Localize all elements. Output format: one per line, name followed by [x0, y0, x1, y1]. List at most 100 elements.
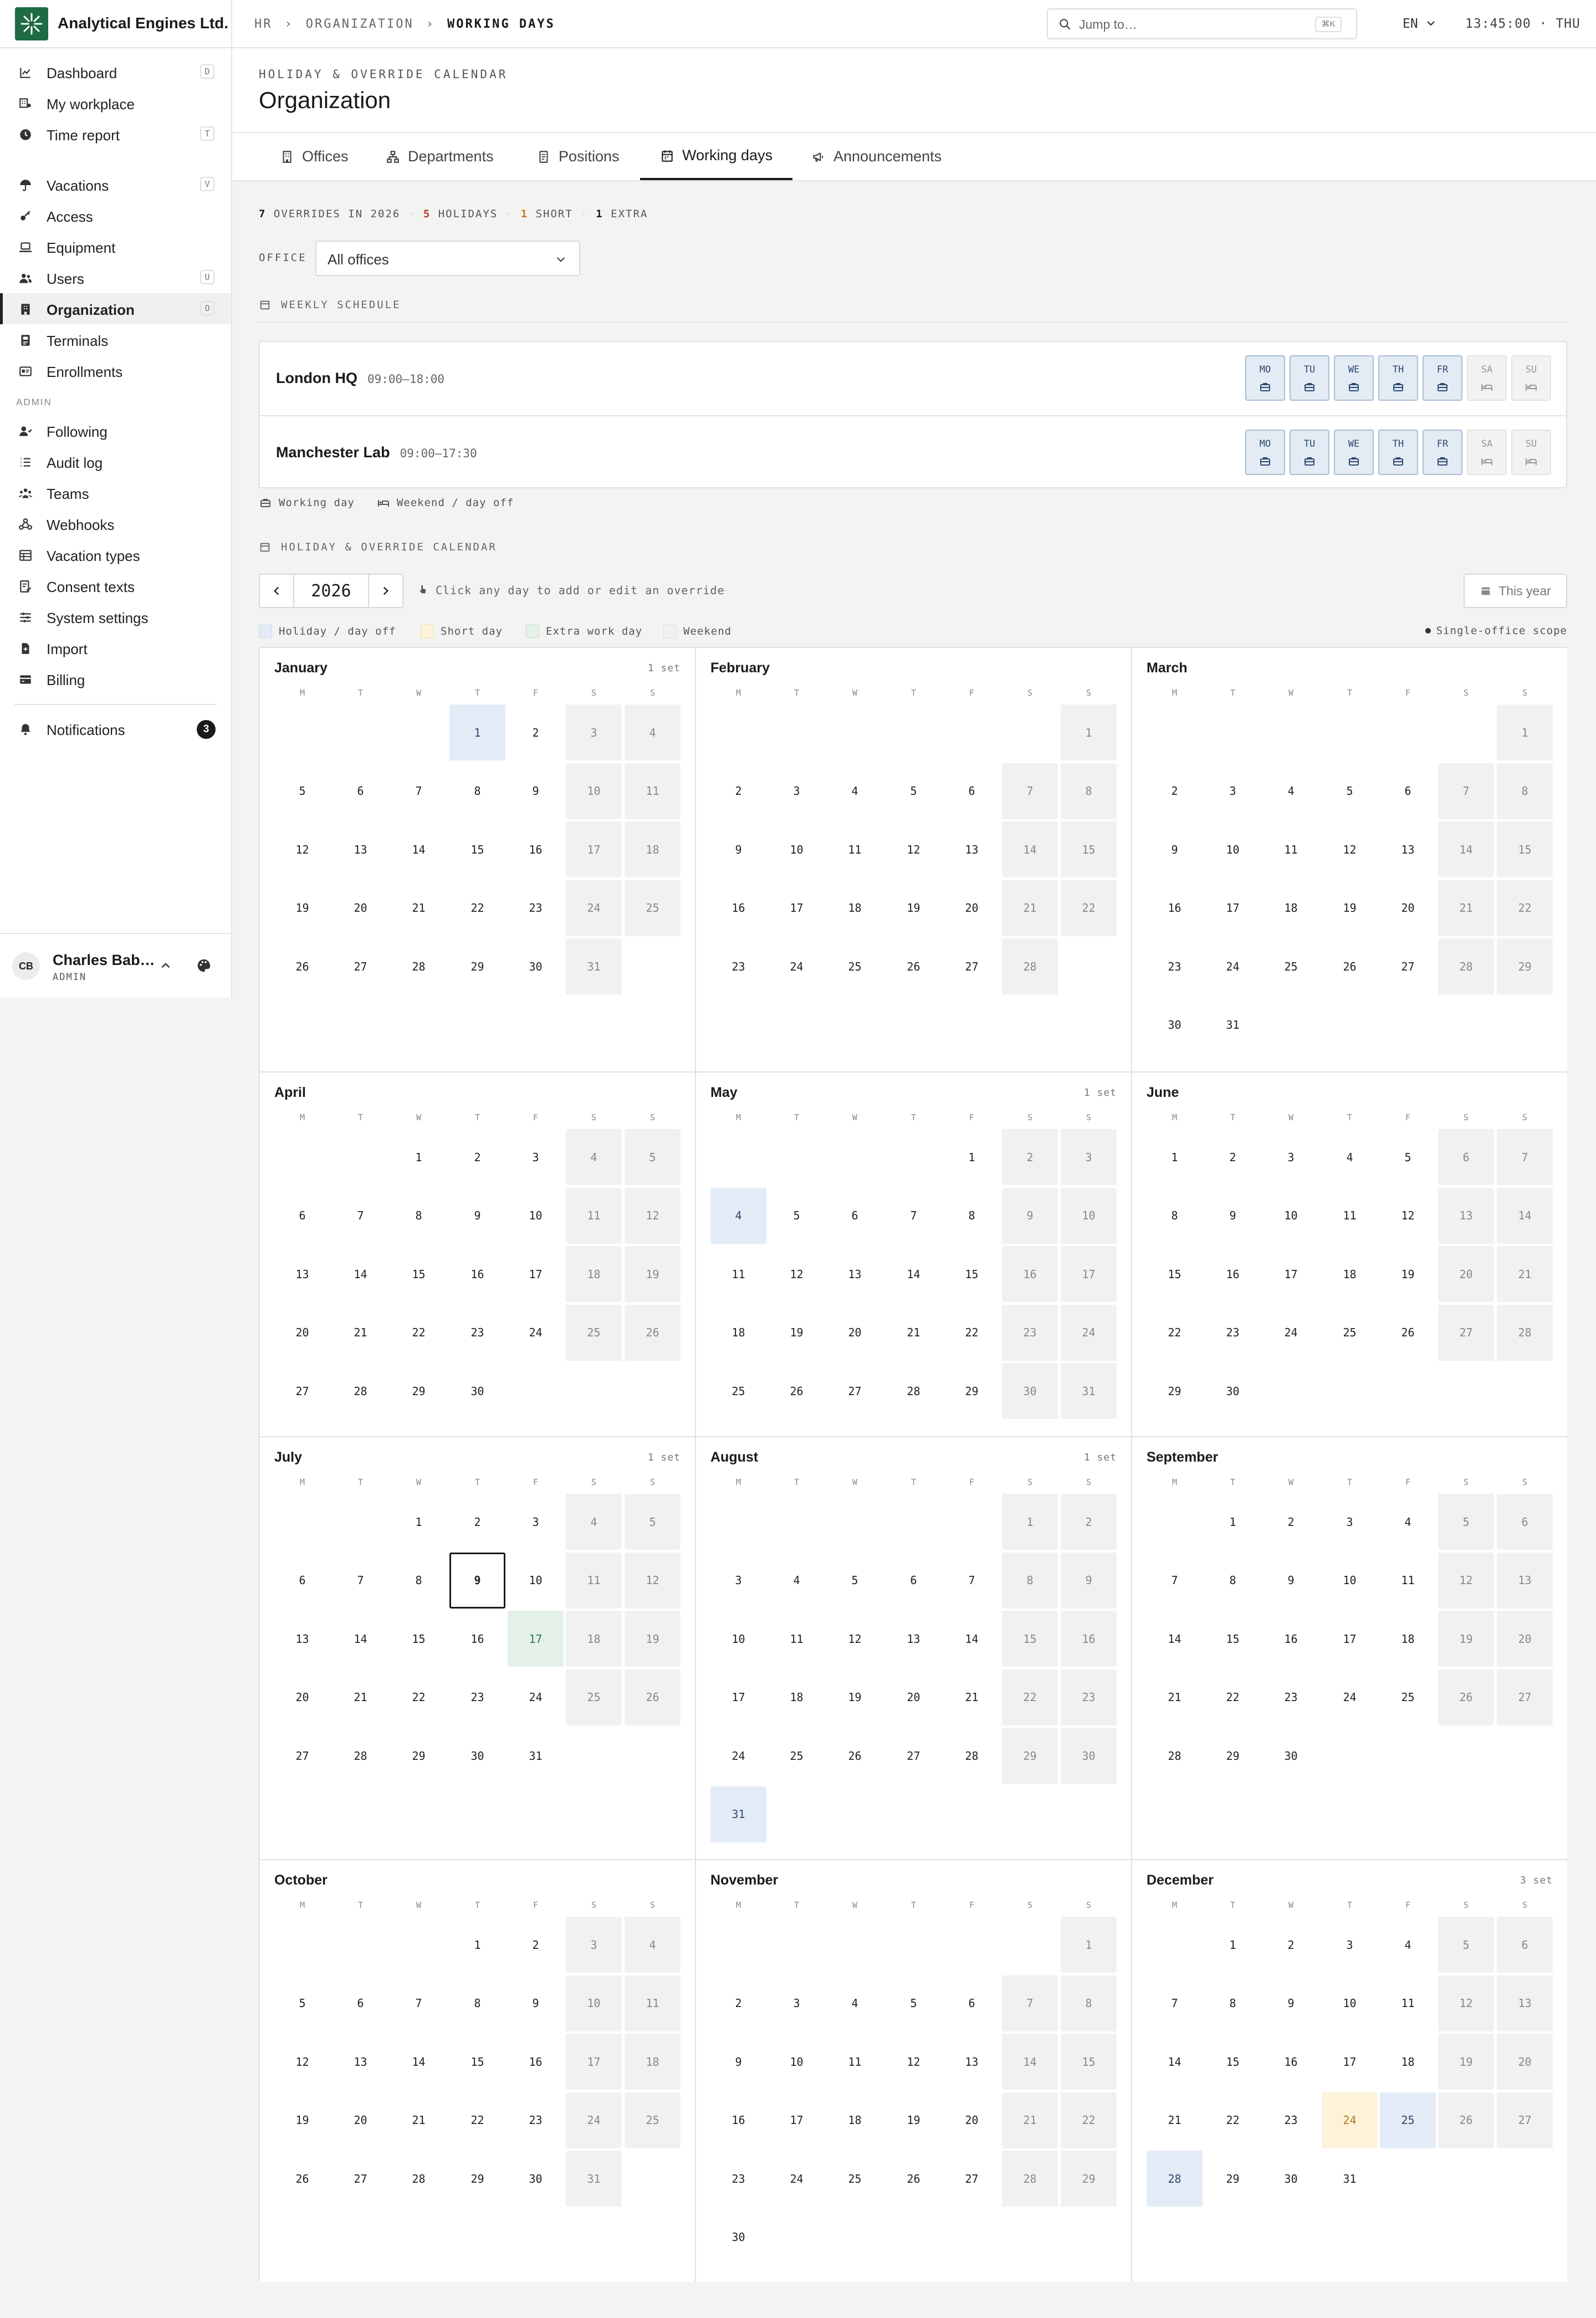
calendar-day[interactable]: 16: [710, 880, 766, 936]
calendar-day[interactable]: 20: [274, 1669, 330, 1725]
calendar-day[interactable]: 20: [1497, 2034, 1553, 2090]
calendar-day[interactable]: 28: [332, 1363, 388, 1419]
calendar-day[interactable]: 15: [1205, 1611, 1261, 1667]
calendar-day[interactable]: 26: [1438, 1669, 1494, 1725]
calendar-day[interactable]: 21: [886, 1305, 942, 1361]
calendar-day[interactable]: 23: [1147, 938, 1203, 994]
calendar-day[interactable]: 2: [1263, 1917, 1319, 1973]
calendar-day[interactable]: 5: [625, 1129, 681, 1185]
weekday-chip-su[interactable]: SU: [1511, 355, 1551, 401]
calendar-day[interactable]: 10: [1061, 1187, 1117, 1244]
calendar-day[interactable]: 14: [1147, 2034, 1203, 2090]
calendar-day[interactable]: 1: [944, 1129, 1000, 1185]
calendar-day[interactable]: 6: [944, 1975, 1000, 2031]
calendar-day[interactable]: 24: [1061, 1304, 1117, 1361]
calendar-day[interactable]: 6: [1497, 1494, 1553, 1550]
calendar-day[interactable]: 7: [332, 1188, 388, 1244]
calendar-day[interactable]: 3: [508, 1129, 564, 1185]
calendar-day[interactable]: 24: [1263, 1305, 1319, 1361]
tab-positions[interactable]: Positions: [536, 133, 620, 180]
tab-announcements[interactable]: Announcements: [811, 133, 942, 180]
calendar-day[interactable]: 2: [1205, 1129, 1261, 1185]
calendar-day[interactable]: 11: [566, 1552, 622, 1609]
calendar-day[interactable]: 14: [391, 2034, 447, 2090]
calendar-day[interactable]: 4: [769, 1553, 825, 1609]
calendar-day[interactable]: 19: [886, 880, 942, 936]
calendar-day[interactable]: 17: [1322, 1611, 1378, 1667]
sidebar-item-my-workplace[interactable]: My workplace: [0, 88, 231, 119]
language-selector[interactable]: EN: [1403, 17, 1418, 31]
weekday-chip-th[interactable]: TH: [1378, 355, 1418, 401]
calendar-day[interactable]: 22: [944, 1305, 1000, 1361]
calendar-day[interactable]: 19: [625, 1246, 681, 1302]
search-input[interactable]: Jump to… ⌘K: [1047, 8, 1357, 39]
this-year-button[interactable]: This year: [1464, 574, 1567, 608]
calendar-day[interactable]: 1: [1205, 1494, 1261, 1550]
office-select[interactable]: All offices: [315, 241, 580, 276]
calendar-day[interactable]: 5: [1438, 1917, 1494, 1973]
calendar-day[interactable]: 11: [566, 1187, 622, 1244]
calendar-day[interactable]: 29: [391, 1728, 447, 1784]
calendar-day[interactable]: 9: [449, 1552, 505, 1609]
calendar-day[interactable]: 13: [1497, 1552, 1553, 1609]
calendar-day[interactable]: 8: [1002, 1552, 1058, 1609]
calendar-day[interactable]: 29: [1061, 2151, 1117, 2207]
calendar-day[interactable]: 19: [625, 1611, 681, 1667]
calendar-day[interactable]: 14: [1438, 821, 1494, 877]
calendar-day[interactable]: 1: [1061, 1917, 1117, 1973]
calendar-day[interactable]: 10: [769, 2034, 825, 2090]
calendar-day[interactable]: 20: [827, 1305, 883, 1361]
sidebar-item-vacations[interactable]: Vacations V: [0, 169, 231, 200]
calendar-day[interactable]: 22: [391, 1669, 447, 1725]
calendar-day[interactable]: 22: [391, 1305, 447, 1361]
sidebar-item-import[interactable]: Import: [0, 632, 231, 663]
previous-year-button[interactable]: [260, 575, 294, 607]
calendar-day[interactable]: 16: [508, 821, 564, 877]
calendar-day[interactable]: 14: [332, 1246, 388, 1302]
calendar-day[interactable]: 29: [1147, 1363, 1203, 1419]
calendar-day[interactable]: 26: [274, 2151, 330, 2207]
palette-icon[interactable]: [196, 957, 212, 974]
calendar-day[interactable]: 15: [449, 2034, 505, 2090]
calendar-day[interactable]: 28: [1002, 2151, 1058, 2207]
calendar-day[interactable]: 20: [1438, 1246, 1494, 1302]
calendar-day[interactable]: 9: [710, 2034, 766, 2090]
calendar-day[interactable]: 9: [508, 763, 564, 819]
calendar-day[interactable]: 3: [710, 1553, 766, 1609]
calendar-day[interactable]: 20: [1497, 1611, 1553, 1667]
calendar-day[interactable]: 2: [508, 1917, 564, 1973]
calendar-day[interactable]: 4: [827, 1975, 883, 2031]
calendar-day[interactable]: 10: [1322, 1553, 1378, 1609]
calendar-day[interactable]: 26: [827, 1728, 883, 1784]
calendar-day[interactable]: 8: [1497, 763, 1553, 819]
sidebar-item-vacation-types[interactable]: Vacation types: [0, 539, 231, 570]
calendar-day[interactable]: 7: [1002, 763, 1058, 819]
calendar-day[interactable]: 26: [1380, 1305, 1436, 1361]
sidebar-item-enrollments[interactable]: Enrollments: [0, 355, 231, 386]
sidebar-item-teams[interactable]: Teams: [0, 477, 231, 508]
calendar-day[interactable]: 23: [508, 2092, 564, 2148]
weekday-chip-su[interactable]: SU: [1511, 430, 1551, 475]
calendar-day[interactable]: 23: [1061, 1669, 1117, 1725]
calendar-day[interactable]: 31: [566, 2151, 622, 2207]
calendar-day[interactable]: 2: [1061, 1494, 1117, 1550]
calendar-day[interactable]: 31: [508, 1728, 564, 1784]
calendar-day[interactable]: 8: [449, 1975, 505, 2031]
calendar-day[interactable]: 27: [274, 1728, 330, 1784]
calendar-day[interactable]: 25: [625, 2092, 681, 2148]
calendar-day[interactable]: 12: [625, 1552, 681, 1609]
tab-offices[interactable]: Offices: [280, 133, 349, 180]
calendar-day[interactable]: 30: [1205, 1363, 1261, 1419]
calendar-day[interactable]: 12: [1380, 1188, 1436, 1244]
calendar-day[interactable]: 8: [1205, 1553, 1261, 1609]
calendar-day[interactable]: 4: [566, 1129, 622, 1185]
calendar-day[interactable]: 15: [391, 1246, 447, 1302]
calendar-day[interactable]: 4: [710, 1187, 766, 1244]
calendar-day[interactable]: 16: [1061, 1611, 1117, 1667]
calendar-day[interactable]: 30: [1263, 2151, 1319, 2207]
calendar-day[interactable]: 17: [566, 821, 622, 877]
calendar-day[interactable]: 10: [508, 1188, 564, 1244]
calendar-day[interactable]: 19: [274, 880, 330, 936]
calendar-day[interactable]: 4: [625, 1917, 681, 1973]
calendar-day[interactable]: 18: [827, 880, 883, 936]
